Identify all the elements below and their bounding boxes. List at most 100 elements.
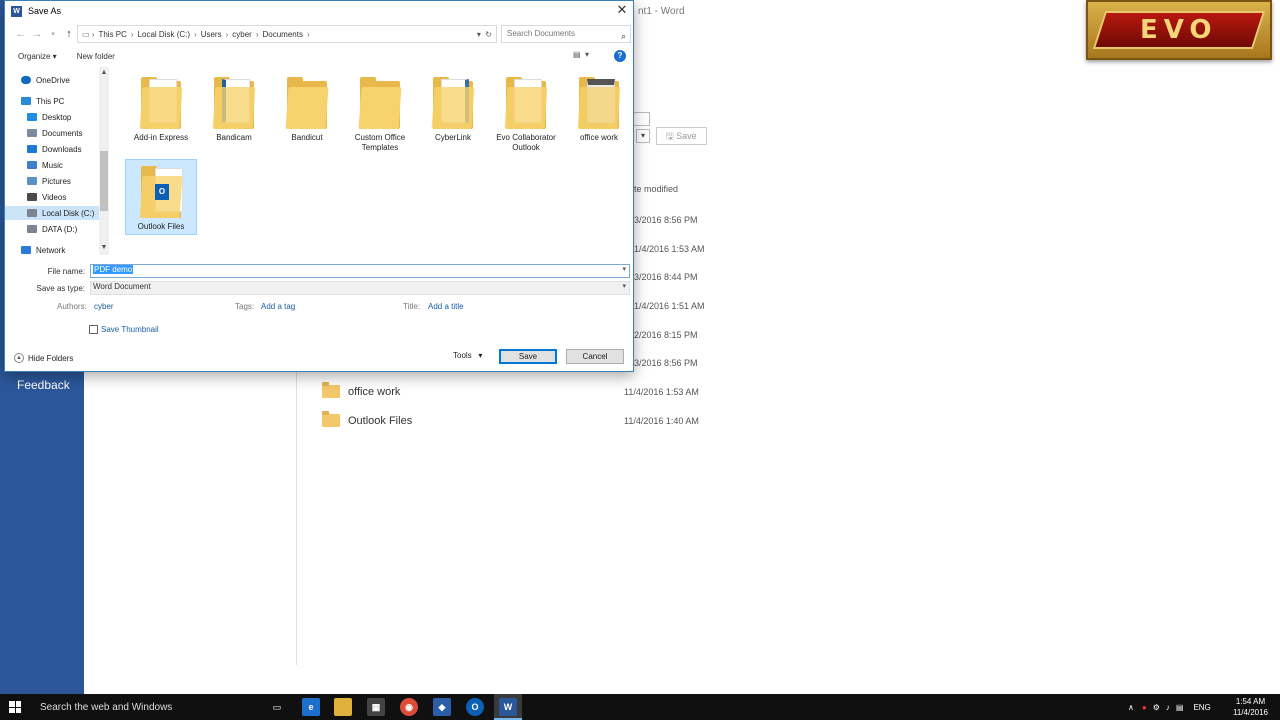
chevron-up-icon[interactable]: ∧: [1128, 703, 1134, 712]
store-icon[interactable]: ▦: [367, 698, 385, 716]
network-icon[interactable]: ⚙: [1153, 703, 1160, 712]
dialog-toolbar: Organize ▾ New folder ▤ ▾ ?: [5, 47, 633, 65]
forward-arrow-icon[interactable]: →: [29, 28, 45, 40]
desktop-icon: [27, 113, 37, 121]
search-icon[interactable]: ⌕: [621, 28, 626, 44]
evo-logo: EVO: [1086, 0, 1272, 60]
title-value[interactable]: Add a title: [428, 302, 464, 311]
feedback-link[interactable]: Feedback: [17, 378, 70, 392]
file-date: 11/4/2016 1:40 AM: [624, 416, 699, 426]
recent-folder-row[interactable]: Outlook Files: [322, 411, 412, 427]
task-view-icon[interactable]: ▭: [268, 698, 286, 716]
chevron-up-icon: ▲: [14, 353, 24, 363]
new-folder-button[interactable]: New folder: [77, 52, 115, 61]
folder-item[interactable]: Bandicam: [198, 71, 270, 143]
volume-icon[interactable]: ♪: [1166, 703, 1170, 712]
start-button[interactable]: [0, 694, 30, 720]
word-icon: W: [11, 5, 22, 17]
nav-item-this-pc[interactable]: This PC: [21, 94, 64, 108]
outlook-icon: O: [155, 184, 169, 200]
tools-menu[interactable]: Tools ▾: [453, 351, 482, 360]
taskbar: Search the web and Windows: [0, 694, 1280, 720]
nav-item-pictures[interactable]: Pictures: [27, 174, 71, 188]
breadcrumb-item[interactable]: cyber: [232, 30, 252, 39]
nav-item-music[interactable]: Music: [27, 158, 63, 172]
recent-folder-row[interactable]: office work: [322, 382, 400, 398]
drive-icon: [27, 209, 37, 217]
nav-item-desktop[interactable]: Desktop: [27, 110, 71, 124]
folder-icon: [358, 77, 402, 129]
hide-folders-button[interactable]: ▲ Hide Folders: [14, 353, 73, 363]
folder-item[interactable]: office work: [563, 71, 635, 143]
scroll-down-icon[interactable]: ▼: [99, 244, 109, 251]
nav-item-documents[interactable]: Documents: [27, 126, 82, 140]
folder-item[interactable]: Custom Office Templates: [344, 71, 416, 153]
folder-item[interactable]: Add-in Express: [125, 71, 197, 143]
view-options-icon[interactable]: ▤ ▾: [573, 50, 589, 59]
nav-item-downloads[interactable]: Downloads: [27, 142, 82, 156]
edge-icon[interactable]: e: [302, 698, 320, 716]
save-button[interactable]: Save: [499, 349, 557, 364]
record-icon[interactable]: ●: [1142, 703, 1147, 712]
search-input[interactable]: [507, 29, 612, 38]
cloud-icon: [21, 76, 31, 84]
folder-icon: [285, 77, 329, 129]
backstage-divider: [296, 370, 297, 665]
word-save-button[interactable]: 🖫 Save: [656, 127, 707, 145]
file-explorer-icon[interactable]: [334, 698, 352, 716]
folder-icon: [212, 77, 256, 129]
windows-icon: [9, 701, 21, 713]
language-indicator[interactable]: ENG: [1193, 703, 1210, 712]
folder-icon: [577, 77, 621, 129]
breadcrumb-item[interactable]: This PC: [98, 30, 126, 39]
message-icon[interactable]: ▤: [1176, 703, 1184, 712]
breadcrumb-item[interactable]: Users: [201, 30, 222, 39]
outlook-icon[interactable]: O: [466, 698, 484, 716]
breadcrumb-item[interactable]: Documents: [263, 30, 303, 39]
chrome-icon[interactable]: ◉: [400, 698, 418, 716]
clock[interactable]: 1:54 AM 11/4/2016: [1233, 696, 1268, 718]
address-bar[interactable]: ▭ › This PC › Local Disk (C:) › Users › cyb…: [77, 25, 497, 43]
search-box[interactable]: ⌕: [501, 25, 631, 43]
documents-icon: [27, 129, 37, 137]
organize-menu[interactable]: Organize ▾: [18, 52, 57, 61]
breadcrumb-item[interactable]: Local Disk (C:): [138, 30, 190, 39]
chevron-down-icon[interactable]: ▾: [622, 265, 626, 273]
chevron-down-icon[interactable]: ▾: [622, 282, 626, 290]
file-date: 11/4/2016 1:53 AM: [624, 387, 699, 397]
word-type-dropdown[interactable]: ▾: [636, 129, 650, 143]
video-icon: [27, 193, 37, 201]
folder-item[interactable]: Bandicut: [271, 71, 343, 143]
file-name-input[interactable]: PDF demo ▾: [90, 264, 630, 278]
nav-item-onedrive[interactable]: OneDrive: [21, 73, 70, 87]
scroll-up-icon[interactable]: ▲: [99, 69, 109, 76]
app-icon[interactable]: ◆: [433, 698, 451, 716]
word-icon[interactable]: W: [499, 698, 517, 716]
folder-item[interactable]: CyberLink: [417, 71, 489, 143]
file-date: 2/2016 8:15 PM: [634, 330, 698, 340]
dialog-titlebar[interactable]: W Save As ✕: [5, 1, 633, 21]
save-thumbnail-checkbox[interactable]: Save Thumbnail: [89, 325, 159, 334]
folder-icon: [139, 77, 183, 129]
checkbox-box[interactable]: [89, 325, 98, 334]
nav-item-network[interactable]: Network: [21, 243, 65, 257]
tags-value[interactable]: Add a tag: [261, 302, 295, 311]
folder-item[interactable]: O Outlook Files: [125, 159, 197, 235]
authors-value[interactable]: cyber: [94, 302, 114, 311]
back-arrow-icon[interactable]: ←: [13, 28, 29, 40]
close-icon[interactable]: ✕: [615, 3, 629, 17]
date-modified-header[interactable]: te modified: [634, 184, 678, 194]
nav-scrollbar[interactable]: ▲ ▼: [99, 67, 109, 255]
up-arrow-icon[interactable]: ↑: [61, 28, 77, 40]
scroll-thumb[interactable]: [100, 151, 108, 211]
folder-item[interactable]: Evo Collaborator Outlook: [490, 71, 562, 153]
nav-item-videos[interactable]: Videos: [27, 190, 66, 204]
help-icon[interactable]: ?: [614, 50, 626, 62]
nav-item-data-drive[interactable]: DATA (D:): [27, 222, 77, 236]
recent-dropdown-icon[interactable]: ▾: [45, 30, 61, 38]
cancel-button[interactable]: Cancel: [566, 349, 624, 364]
taskbar-search[interactable]: Search the web and Windows: [30, 694, 260, 720]
refresh-icon[interactable]: ▾ ↻: [477, 30, 492, 39]
save-type-select[interactable]: Word Document ▾: [90, 281, 630, 295]
nav-item-local-disk[interactable]: Local Disk (C:): [5, 206, 99, 220]
